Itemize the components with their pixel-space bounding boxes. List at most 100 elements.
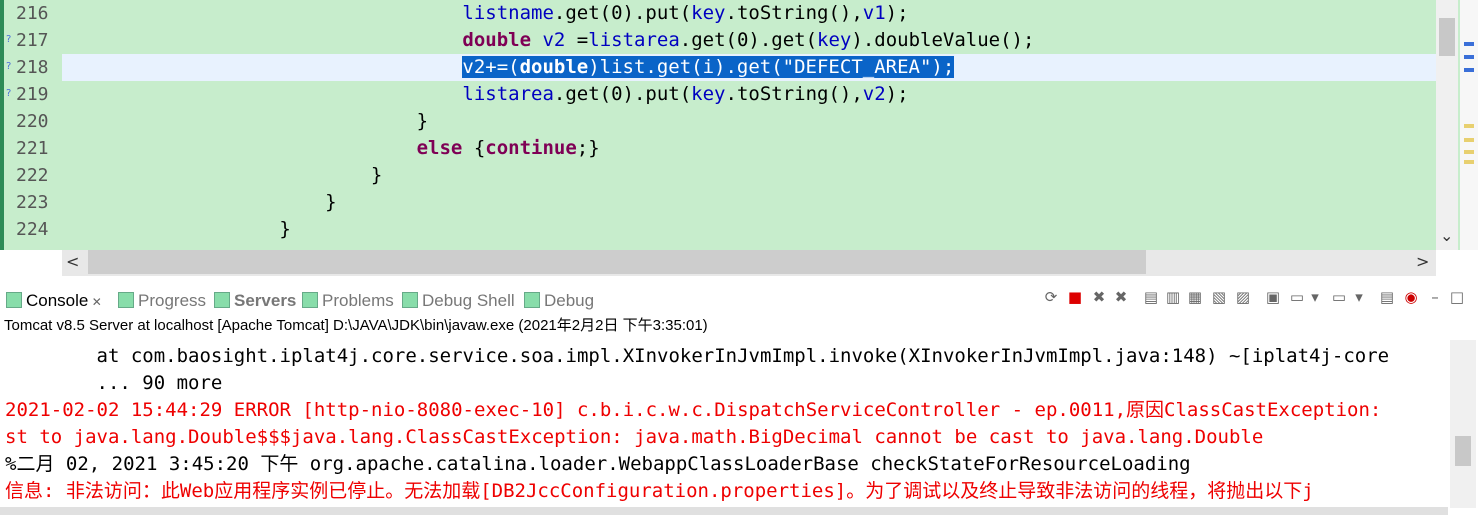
open-console-icon[interactable]: ▭ [1330,288,1348,306]
code-token: .toString(), [725,2,863,24]
line-number: 216 [16,3,49,24]
scroll-left-icon[interactable]: < [66,252,79,271]
tab-console[interactable]: Console ✕ [6,289,102,313]
scroll-lock-icon[interactable]: ▥ [1164,288,1182,306]
tab-label: Problems [322,291,394,310]
code-token: key [817,29,852,51]
code-line[interactable]: } [62,189,1436,216]
overview-ruler[interactable] [1460,0,1478,250]
word-wrap-icon[interactable]: ▦ [1186,288,1204,306]
console-toolbar: ⟳ ■ ✖ ✖ ▤ ▥ ▦ ▧ ▨ ▣ ▭ ▾ ▭ ▾ ▤ ◉ – □ [1040,288,1470,308]
annotation-icon[interactable]: ? [6,35,16,45]
code-token: ); [885,2,909,24]
scrollbar-thumb[interactable] [1455,436,1471,466]
terminate-icon[interactable]: ■ [1066,288,1084,306]
scroll-down-icon[interactable]: ⌄ [1440,226,1453,245]
tab-debug-shell[interactable]: Debug Shell [402,289,515,313]
console-output[interactable]: at com.baosight.iplat4j.core.service.soa… [0,340,1448,508]
code-token: ;} [576,137,600,159]
code-line[interactable]: listarea.get(0).put(key.toString(),v2); [62,81,1436,108]
tab-label: Progress [138,291,207,310]
code-token: key [691,2,726,24]
remove-launch-icon[interactable]: ⟳ [1042,288,1060,306]
tab-progress[interactable]: Progress [118,289,206,313]
overview-marker[interactable] [1464,150,1474,154]
scrollbar-thumb[interactable] [1439,18,1455,56]
line-number: 218 [16,57,49,78]
overview-marker[interactable] [1464,138,1474,142]
overview-marker[interactable] [1464,42,1474,46]
line-number: 219 [16,84,49,105]
tab-servers[interactable]: Servers [214,289,296,313]
show-on-stderr-icon[interactable]: ▨ [1234,288,1252,306]
code-line[interactable]: v2+=(double)list.get(i).get("DEFECT_AREA… [62,54,1436,81]
code-line[interactable]: } [62,162,1436,189]
display-console-icon[interactable]: ▭ [1288,288,1306,306]
tab-debug[interactable]: Debug [524,289,594,313]
line-number: 220 [16,111,49,132]
overview-marker[interactable] [1464,124,1474,128]
servers-icon [214,292,230,308]
maximize-icon[interactable]: □ [1448,288,1466,306]
code-line[interactable]: } [62,108,1436,135]
chevron-down-icon[interactable]: ▾ [1306,288,1324,306]
annotation-icon[interactable]: ? [6,62,16,72]
code-token: v1 [862,2,886,24]
tab-label: Console [26,291,89,310]
overview-marker[interactable] [1464,55,1474,59]
overview-marker[interactable] [1464,160,1474,164]
clear-console-icon[interactable]: ▤ [1142,288,1160,306]
annotation-icon[interactable]: ? [6,89,16,99]
debug-shell-icon [402,292,418,308]
code-token: .get(0).get( [679,29,818,51]
code-area[interactable]: listname.get(0).put(key.toString(),v1); … [62,0,1436,250]
code-line[interactable]: else {continue;} [62,135,1436,162]
remove-icon[interactable]: ✖ [1090,288,1108,306]
remove-all-icon[interactable]: ✖ [1112,288,1130,306]
scroll-right-icon[interactable]: > [1416,252,1429,271]
scrollbar-thumb[interactable] [88,250,1146,274]
editor-horizontal-scrollbar[interactable]: < > [62,250,1436,276]
tab-label: Debug [544,291,595,310]
code-line[interactable]: listname.get(0).put(key.toString(),v1); [62,0,1436,27]
code-token: } [279,218,291,240]
pin-console-icon[interactable]: ▣ [1264,288,1282,306]
tab-problems[interactable]: Problems [302,289,394,313]
console-horizontal-scrollbar[interactable] [0,507,1448,515]
code-line[interactable]: double v2 =listarea.get(0).get(key).doub… [62,27,1436,54]
code-editor[interactable]: 216 217? 218? 219? 220 221 222 223 224 listname.… [0,0,1478,250]
console-line: at com.baosight.iplat4j.core.service.soa… [5,345,1390,367]
chevron-down-icon[interactable]: ▾ [1350,288,1368,306]
code-token: .get(0).put( [553,83,692,105]
coverage-icon[interactable]: ◉ [1402,288,1420,306]
code-token: ); [885,83,909,105]
line-number: 217 [16,30,49,51]
code-line[interactable]: } [62,216,1436,243]
code-token: } [370,164,383,186]
selected-code-token: v2+=( [462,56,520,78]
line-number: 221 [16,138,49,159]
minimize-icon[interactable]: – [1426,288,1444,306]
code-token: v2 [862,83,886,105]
code-token: double [462,29,532,51]
editor-vertical-scrollbar[interactable]: ⌄ [1436,0,1458,250]
close-icon[interactable]: ✕ [88,295,102,309]
view-menu-icon[interactable]: ▤ [1378,288,1396,306]
overview-marker[interactable] [1464,68,1474,72]
code-token: key [691,83,726,105]
code-token: .toString(), [725,83,863,105]
debug-icon [524,292,540,308]
console-vertical-scrollbar[interactable] [1450,340,1476,508]
show-on-stdout-icon[interactable]: ▧ [1210,288,1228,306]
line-number: 224 [16,219,49,240]
code-token: = [565,29,589,51]
selected-code-token: double [519,56,589,78]
code-token: listname [462,2,554,24]
